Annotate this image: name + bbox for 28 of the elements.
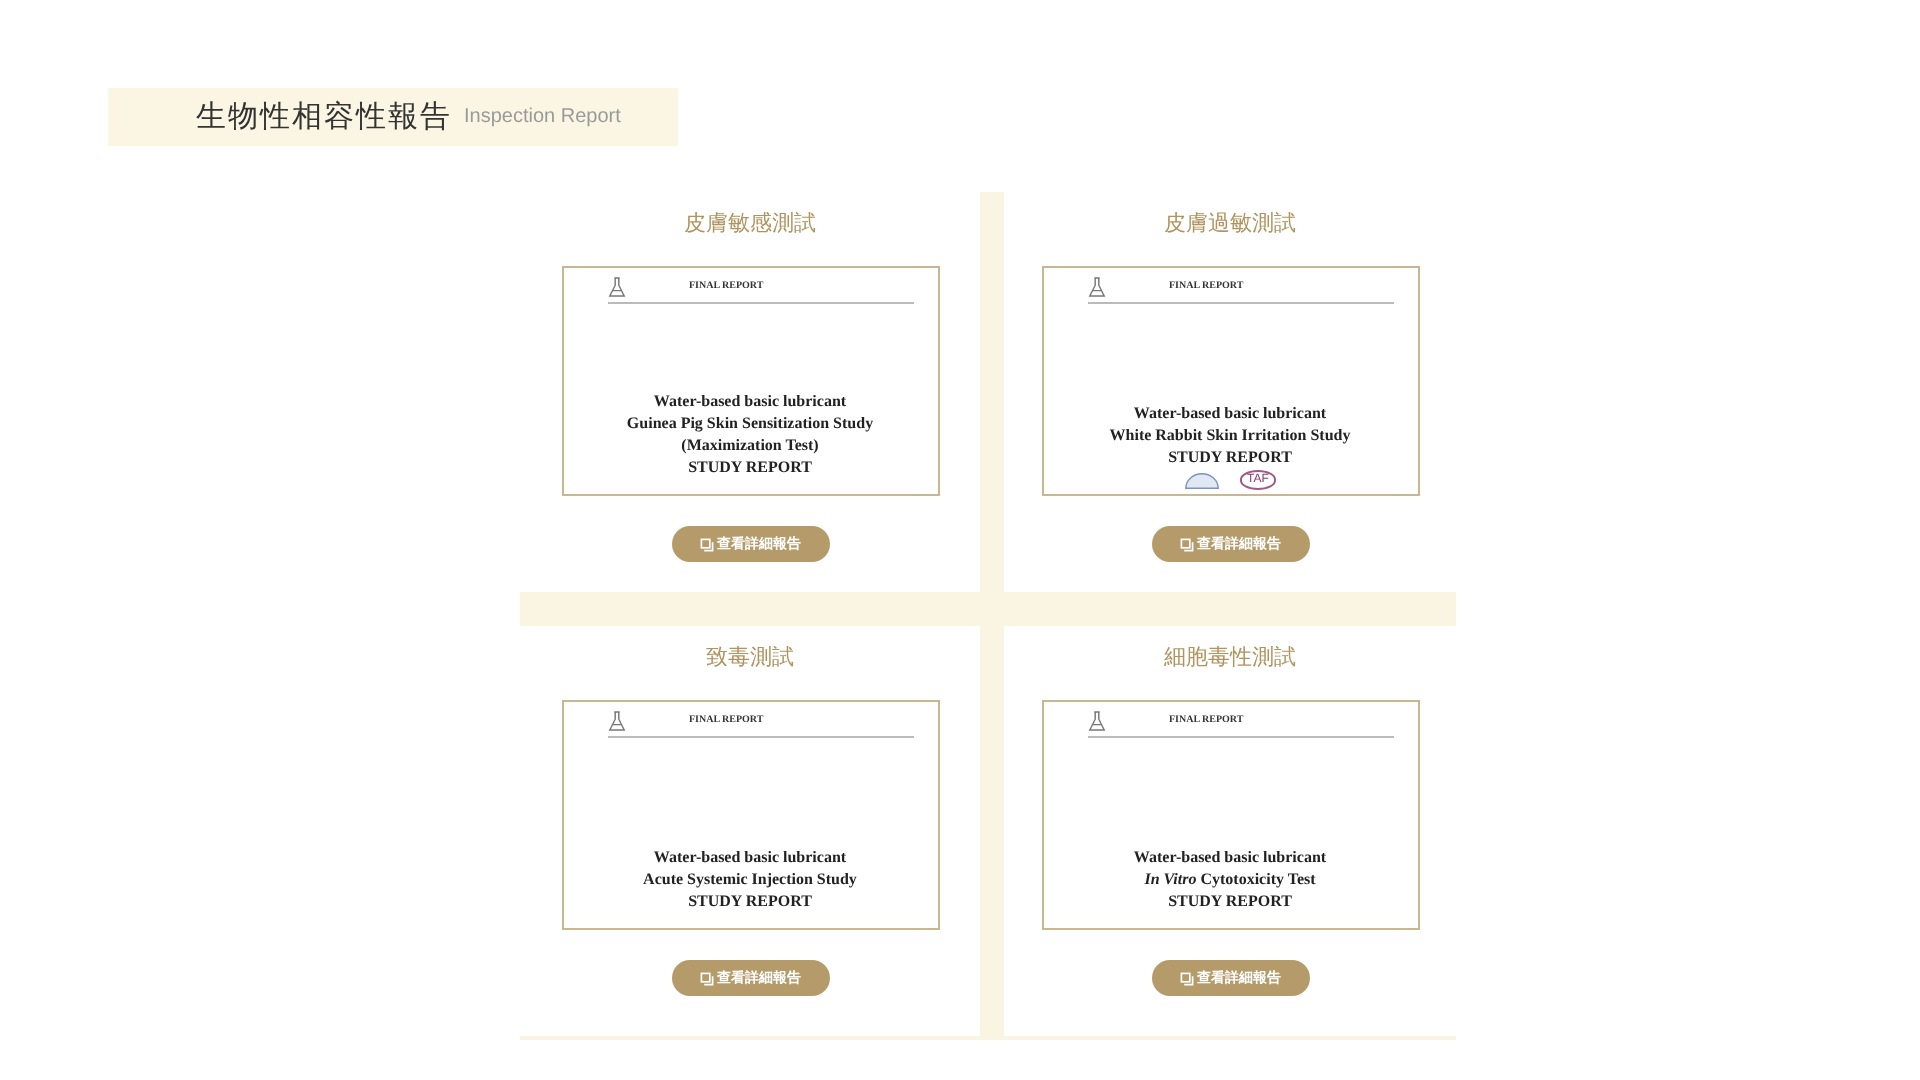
document-line: (Maximization Test) [681, 434, 819, 456]
copy-icon [1179, 537, 1193, 551]
report-title: 皮膚敏感測試 [684, 210, 816, 238]
report-title: 細胞毒性測試 [1164, 644, 1296, 672]
document-line: In Vitro Cytotoxicity Test [1144, 868, 1316, 890]
document-line: Water-based basic lubricant [653, 390, 847, 412]
document-line: Water-based basic lubricant [1133, 846, 1327, 868]
copy-icon [699, 537, 713, 551]
copy-icon [1179, 971, 1193, 985]
report-title: 皮膚過敏測試 [1164, 210, 1296, 238]
document-line: Acute Systemic Injection Study [643, 868, 857, 890]
document-line: Water-based basic lubricant [653, 846, 847, 868]
flask-icon [607, 710, 625, 732]
flask-icon [1087, 710, 1105, 732]
document-line: Water-based basic lubricant [1133, 402, 1327, 424]
document-line: White Rabbit Skin Irritation Study [1109, 424, 1351, 446]
section-subtitle: Inspection Report [464, 106, 621, 128]
section-title: 生物性相容性報告 [196, 98, 452, 136]
document-line: STUDY REPORT [1168, 446, 1292, 468]
copy-icon [699, 971, 713, 985]
report-title: 致毒測試 [706, 644, 794, 672]
document-line: STUDY REPORT [1168, 890, 1292, 912]
document-line: Guinea Pig Skin Sensitization Study [626, 412, 874, 434]
document-line: STUDY REPORT [688, 456, 812, 478]
flask-icon [1087, 276, 1105, 298]
seal-icon [1183, 471, 1220, 489]
document-line: STUDY REPORT [688, 890, 812, 912]
flask-icon [607, 276, 625, 298]
